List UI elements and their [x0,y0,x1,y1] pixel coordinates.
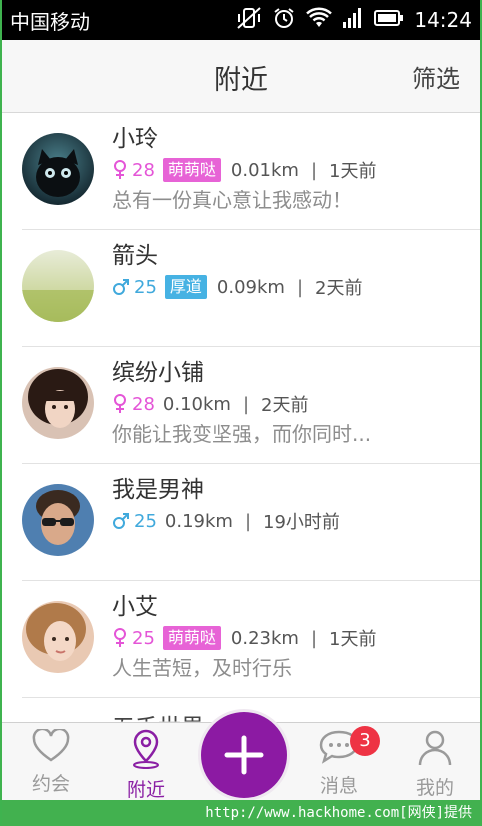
male-icon [113,513,129,529]
signal-icon [342,7,364,33]
male-icon [113,279,129,295]
plus-icon [224,735,264,775]
clock-time: 14:24 [414,8,472,32]
nav-item-dating[interactable]: 约会 [16,727,86,796]
personality-tag: 萌萌哒 [162,158,221,182]
gender-age: 25 [112,511,157,532]
gender-age: 25 [112,277,157,298]
personality-tag: 厚道 [164,275,207,299]
age: 25 [134,510,157,532]
user-name: 缤纷小铺 [112,360,204,386]
personality-tag: 萌萌哒 [162,626,221,650]
nav-label: 约会 [31,773,70,795]
gender-age: 28 [112,160,155,181]
carrier-name: 中国移动 [10,9,90,34]
user-name: 小艾 [112,594,158,620]
last-active: 19小时前 [263,512,340,533]
list-item[interactable]: 缤纷小铺 28 0.10km | 2天前 你能让我变坚强，而你同时... [22,347,480,464]
status-bar: 中国移动 14:24 [2,0,480,40]
divider: | [296,276,304,298]
user-name: 我是男神 [112,477,204,503]
distance: 0.09km [216,276,285,298]
gender-age: 28 [112,394,155,415]
user-bio: 你能让我变坚强，而你同时... [112,422,372,446]
user-bio: 总有一份真心意让我感动！ [112,188,352,212]
nav-label: 我的 [415,777,454,799]
gender-age: 25 [112,628,155,649]
unread-badge: 3 [350,726,380,756]
nav-label: 消息 [319,775,358,797]
last-active: 1天前 [329,629,377,650]
last-active: 1天前 [329,161,377,182]
user-name: 箭头 [112,243,158,269]
list-item[interactable]: 小艾 25 萌萌哒 0.23km | 1天前 人生苦短，及时行乐 [22,581,480,698]
avatar[interactable] [22,133,94,205]
avatar[interactable] [22,484,94,556]
heart-icon [32,727,70,762]
female-icon [114,628,126,647]
list-item[interactable]: 我是男神 25 0.19km | 19小时前 [22,464,480,581]
age: 28 [132,159,155,181]
wifi-icon [306,7,333,33]
person-icon [418,730,452,766]
user-name: 小玲 [112,126,158,152]
nav-label: 附近 [126,779,165,801]
distance: 0.23km [230,627,299,649]
age: 28 [132,393,155,415]
distance: 0.01km [230,159,299,181]
page-title: 附近 [214,65,268,96]
list-item[interactable]: 箭头 25 厚道 0.09km | 2天前 [22,230,480,347]
watermark-text: http://www.hackhome.com[网侠]提供 [2,800,480,826]
nav-header: 附近 筛选 [2,40,480,113]
vibrate-off-icon [236,6,262,34]
distance: 0.19km [164,510,233,532]
location-pin-icon [133,729,159,769]
avatar[interactable] [22,250,94,322]
filter-button[interactable]: 筛选 [412,59,460,94]
female-icon [114,394,126,413]
avatar[interactable] [22,367,94,439]
nav-item-me[interactable]: 我的 [400,729,470,800]
divider: | [310,627,318,649]
last-active: 2天前 [315,278,363,299]
avatar[interactable] [22,601,94,673]
distance: 0.10km [162,393,231,415]
divider: | [242,393,250,415]
create-post-button[interactable] [201,712,287,798]
last-active: 2天前 [261,395,309,416]
divider: | [244,510,252,532]
app-screen: 中国移动 14:24 附近 筛选 小玲 28 萌萌哒 0.01km | 1天前 … [0,0,482,826]
battery-icon [374,8,404,32]
age: 25 [134,276,157,298]
female-icon [114,160,126,179]
divider: | [310,159,318,181]
nearby-user-list: 小玲 28 萌萌哒 0.01km | 1天前 总有一份真心意让我感动！ 箭头 2… [2,113,480,698]
user-bio: 人生苦短，及时行乐 [112,656,292,680]
age: 25 [132,627,155,649]
nav-item-nearby[interactable]: 附近 [111,729,181,802]
list-item[interactable]: 小玲 28 萌萌哒 0.01km | 1天前 总有一份真心意让我感动！ [22,113,480,230]
alarm-clock-icon [272,6,296,34]
